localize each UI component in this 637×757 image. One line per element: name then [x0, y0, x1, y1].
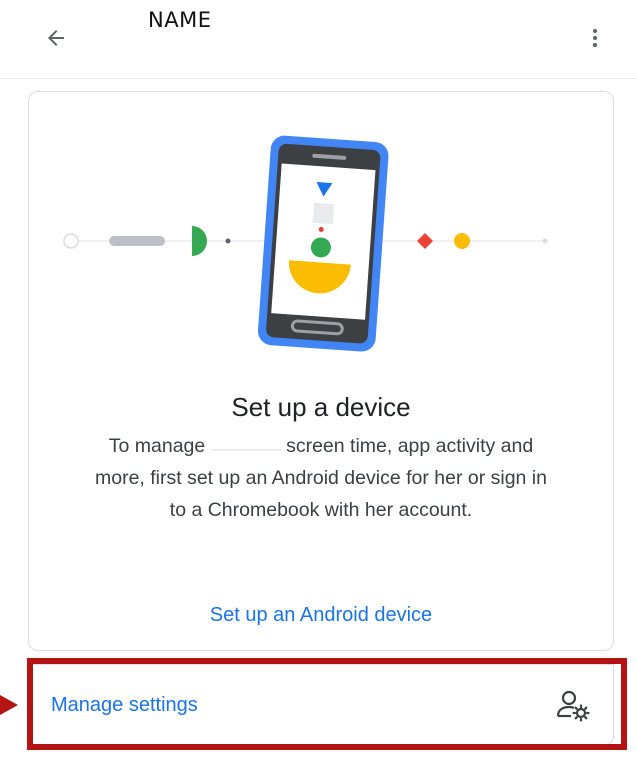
manage-accounts-icon [556, 690, 590, 722]
card-description: To manage screen time, app activity and … [91, 430, 551, 526]
card-title: Set up a device [231, 392, 411, 422]
manage-settings-row[interactable]: Manage settings [28, 664, 614, 746]
manage-settings-label[interactable]: Manage settings [51, 694, 198, 717]
setup-device-card: Set up a device To manage screen time, a… [28, 91, 614, 651]
more-vert-icon [593, 29, 597, 47]
app-bar: NAME [0, 0, 637, 79]
arrow-back-icon [48, 30, 64, 46]
phone-setup-illustration [63, 135, 548, 352]
annotation-arrow [0, 695, 18, 715]
back-button[interactable] [36, 18, 76, 58]
redacted-name [210, 437, 281, 456]
setup-android-device-link[interactable]: Set up an Android device [29, 604, 613, 627]
page-title: NAME [148, 8, 212, 32]
card-description-part-1: To manage [108, 435, 206, 457]
more-options-button[interactable] [575, 18, 615, 58]
